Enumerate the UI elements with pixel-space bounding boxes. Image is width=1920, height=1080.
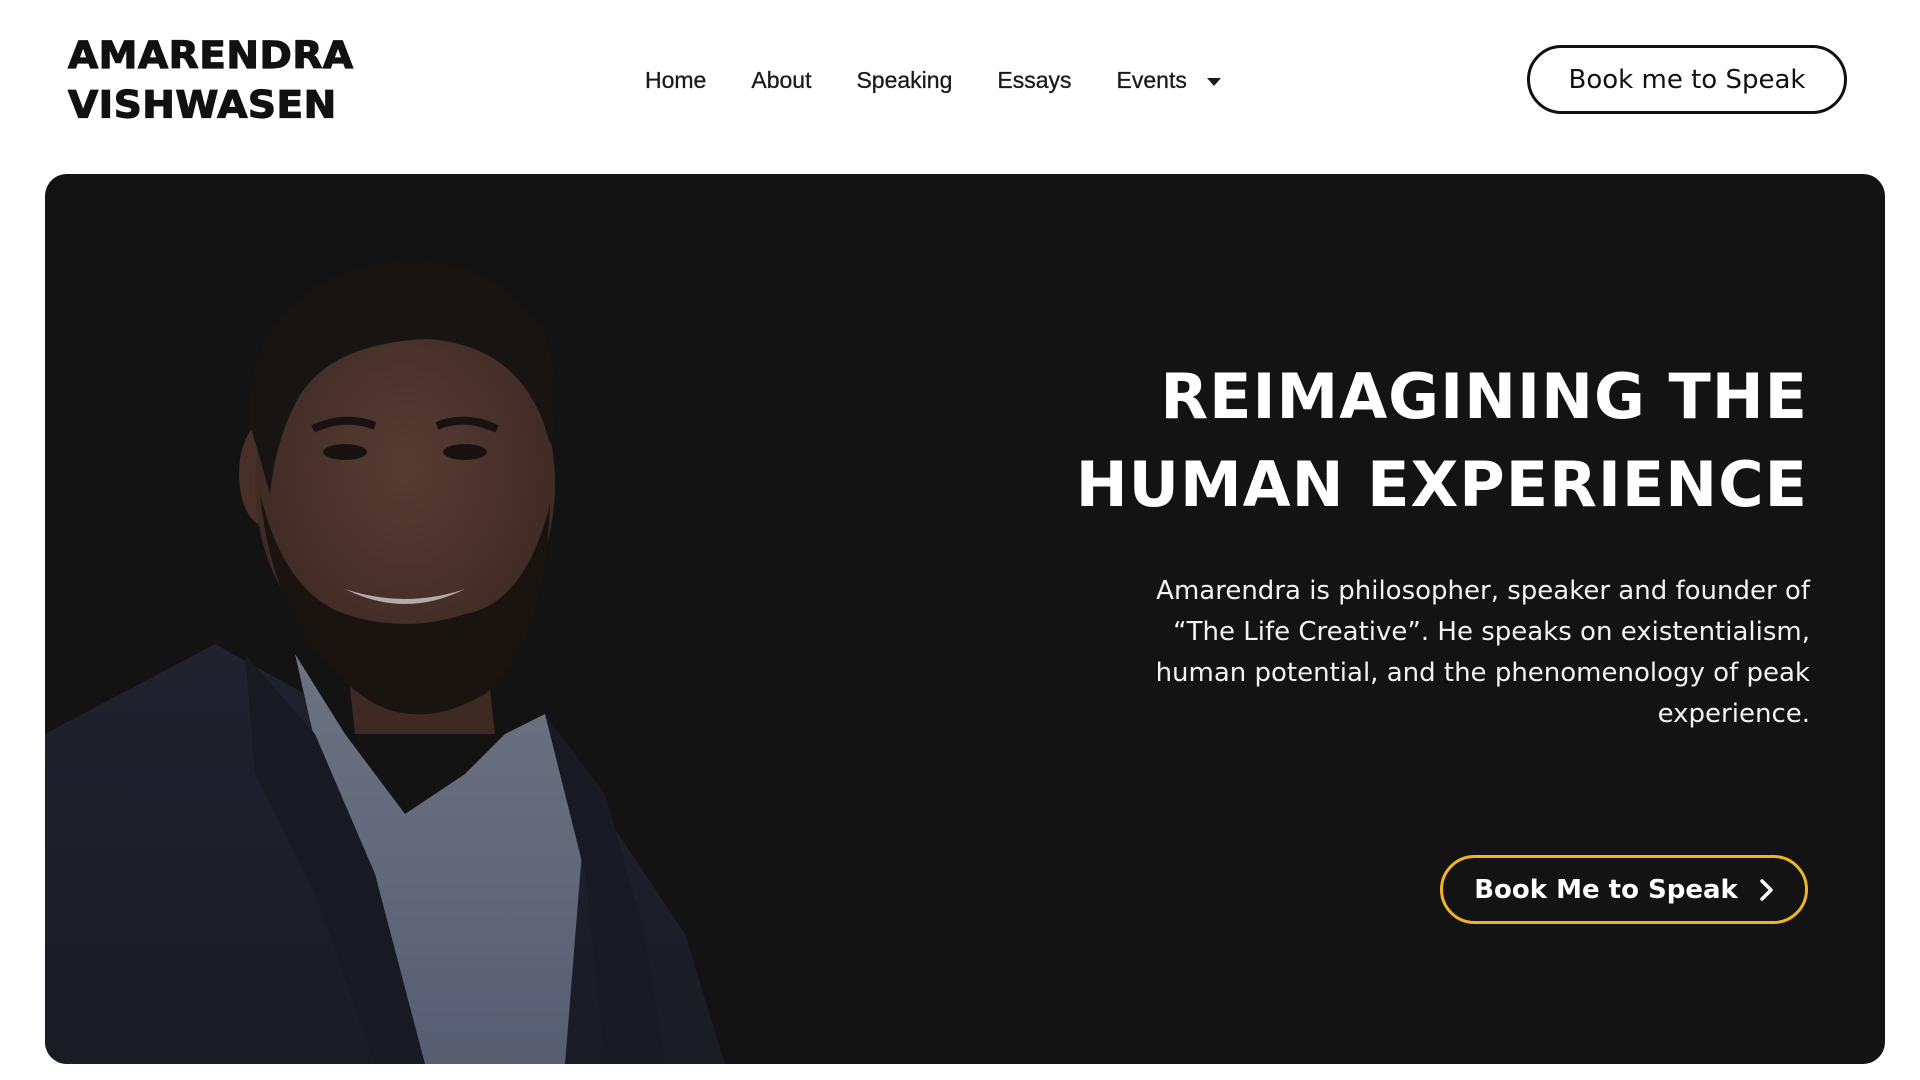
nav-item-essays[interactable]: Essays: [997, 66, 1072, 94]
hero-title: REIMAGINING THE HUMAN EXPERIENCE: [808, 353, 1808, 529]
nav-item-speaking[interactable]: Speaking: [856, 66, 953, 94]
nav-item-label: Home: [645, 66, 707, 93]
nav-item-label: Events: [1116, 66, 1187, 93]
speaker-portrait-image: [45, 174, 765, 1064]
hero-title-line-1: REIMAGINING THE: [1160, 359, 1808, 433]
logo-line-1: AMARENDRA: [67, 34, 354, 78]
site-header: AMARENDRA VISHWASEN Home About Speaking …: [0, 0, 1920, 174]
main-nav: Home About Speaking Essays Events: [645, 60, 1221, 100]
button-label: Book Me to Speak: [1474, 874, 1738, 905]
hero-title-line-2: HUMAN EXPERIENCE: [1075, 447, 1808, 521]
site-logo[interactable]: AMARENDRA VISHWASEN: [67, 32, 354, 131]
logo-line-2: VISHWASEN: [67, 84, 337, 128]
nav-item-label: About: [751, 66, 812, 93]
book-me-to-speak-header-button[interactable]: Book me to Speak: [1527, 45, 1847, 114]
hero-description: Amarendra is philosopher, speaker and fo…: [1155, 576, 1810, 729]
nav-item-events[interactable]: Events: [1116, 66, 1221, 94]
nav-item-label: Essays: [997, 66, 1072, 93]
nav-item-home[interactable]: Home: [645, 66, 707, 94]
book-me-to-speak-cta-button[interactable]: Book Me to Speak: [1440, 855, 1808, 924]
chevron-right-icon: [1760, 878, 1773, 901]
nav-item-label: Speaking: [856, 66, 953, 93]
caret-down-icon[interactable]: [1206, 77, 1221, 86]
button-label: Book me to Speak: [1568, 64, 1806, 95]
nav-item-about[interactable]: About: [751, 66, 812, 94]
hero-section: REIMAGINING THE HUMAN EXPERIENCE Amarend…: [45, 174, 1885, 1064]
